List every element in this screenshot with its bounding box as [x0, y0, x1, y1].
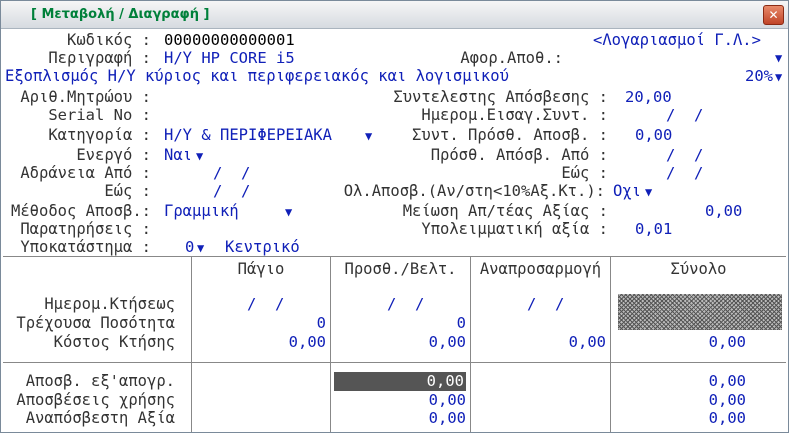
row-label-dep-year: Αποσβέσεις χρήσης [16, 391, 175, 409]
import-date-label: Ημερομ.Εισαγ.Συντ. : [421, 106, 608, 124]
cost-additions[interactable]: 0,00 [331, 333, 466, 351]
category-description: Εξοπλισμός Η/Υ κύριος και περιφερειακός … [5, 67, 509, 85]
acq-date-pagio[interactable]: / / [247, 295, 284, 313]
triangle-down-icon[interactable]: ▼ [197, 239, 204, 257]
qty-pagio[interactable]: 0 [192, 314, 326, 332]
row-label-undepreciated: Αναπόσβεστη Αξία [25, 409, 175, 427]
inactive-to-label: Εώς : [104, 182, 151, 200]
undepreciated-additions: 0,00 [428, 409, 466, 427]
full-dep-label: Ολ.Αποσβ.(Αν/στη<10%Αξ.Κτ.): [343, 182, 605, 200]
col-header-pagio: Πάγιο [237, 260, 285, 278]
triangle-down-icon[interactable]: ▼ [645, 183, 652, 201]
dep-rate-field[interactable]: 20,00 [625, 88, 672, 106]
add-to-label: Εώς : [561, 164, 608, 182]
row-label-cost: Κόστος Κτήσης [53, 333, 175, 351]
add-rate-label: Συντ. Πρόσθ. Αποσβ. : [412, 126, 608, 144]
category-label: Κατηγορία : [48, 126, 151, 144]
triangle-down-icon[interactable]: ▼ [285, 203, 292, 221]
dep-inventory-total: 0,00 [708, 372, 746, 390]
registry-label: Αριθ.Μητρώου : [20, 88, 151, 106]
triangle-down-icon[interactable]: ▼ [775, 49, 782, 67]
triangle-down-icon[interactable]: ▼ [365, 127, 372, 145]
add-rate-field[interactable]: 0,00 [635, 126, 672, 144]
inactive-from-field[interactable]: / / [213, 164, 250, 182]
disabled-cell [618, 294, 782, 330]
active-select[interactable]: Ναι [164, 146, 192, 164]
serial-label: Serial No : [48, 106, 151, 124]
inactive-from-label: Αδράνεια Από : [20, 164, 151, 182]
afor-label: Αφορ.Αποθ.: [460, 49, 563, 67]
inactive-to-field[interactable]: / / [213, 182, 250, 200]
acq-date-revaluation[interactable]: / / [527, 295, 564, 313]
window-title: [ Μεταβολή / Διαγραφή ] [31, 7, 210, 22]
add-from-label: Πρόσθ. Απόσβ. Από : [430, 146, 608, 164]
import-date-field[interactable]: / / [666, 106, 703, 124]
cost-total: 0,00 [708, 333, 746, 351]
row-label-dep-inventory: Αποσβ. εξ'απογρ. [25, 372, 175, 390]
branch-label: Υποκατάστημα : [20, 238, 151, 256]
description-field[interactable]: Η/Υ HP CORE i5 [164, 49, 295, 67]
residual-label: Υπολειμματική αξία : [421, 220, 608, 238]
method-label: Μέθοδος Αποσβ.: [11, 202, 151, 220]
description-label: Περιγραφή : [48, 49, 151, 67]
col-header-additions: Προσθ./Βελτ. [344, 260, 457, 278]
reduce-label: Μείωση Απ/τέας Αξίας : [402, 202, 608, 220]
acq-date-additions[interactable]: / / [387, 295, 424, 313]
undepreciated-total: 0,00 [708, 409, 746, 427]
cost-revaluation[interactable]: 0,00 [471, 333, 606, 351]
dep-year-additions[interactable]: 0,00 [331, 391, 466, 409]
close-button[interactable]: ✕ [763, 5, 784, 25]
branch-name: Κεντρικό [225, 238, 300, 256]
category-select[interactable]: Η/Υ & ΠΕΡΙΦΕΡΕΙΑΚΑ [164, 126, 332, 144]
add-from-field[interactable]: / / [666, 146, 703, 164]
close-icon: ✕ [768, 8, 779, 22]
code-field[interactable]: 00000000000001 [164, 31, 295, 49]
cost-pagio[interactable]: 0,00 [192, 333, 326, 351]
add-to-field[interactable]: / / [666, 164, 703, 182]
dep-rate-label: Συντελεστης Απόσβεσης : [393, 88, 608, 106]
code-label: Κωδικός : [67, 31, 151, 49]
accounts-link[interactable]: <Λογαριασμοί Γ.Λ.> [593, 31, 761, 49]
grid-top-line [3, 256, 786, 257]
method-select[interactable]: Γραμμική [164, 202, 239, 220]
grid-mid-line [3, 362, 786, 363]
title-bar: [ Μεταβολή / Διαγραφή ] ✕ [1, 1, 788, 29]
residual-field[interactable]: 0,01 [635, 220, 672, 238]
branch-code-select[interactable]: 0 [185, 238, 194, 256]
rate-select[interactable]: 20% [745, 67, 773, 85]
col-header-total: Σύνολο [670, 260, 727, 278]
col-header-revaluation: Αναπροσαρμογή [479, 260, 602, 278]
notes-label: Παρατηρήσεις : [20, 220, 151, 238]
row-label-qty: Τρέχουσα Ποσότητα [16, 314, 175, 332]
qty-additions[interactable]: 0 [331, 314, 466, 332]
row-label-acq-date: Ημερομ.Κτήσεως [44, 295, 175, 313]
full-dep-select[interactable]: Οχι [613, 182, 641, 200]
asset-edit-window: [ Μεταβολή / Διαγραφή ] ✕ Κωδικός : 0000… [0, 0, 789, 433]
triangle-down-icon[interactable]: ▼ [775, 68, 782, 86]
reduce-field[interactable]: 0,00 [705, 202, 742, 220]
triangle-down-icon[interactable]: ▼ [196, 147, 203, 165]
dep-inventory-additions-selected[interactable]: 0,00 [334, 372, 466, 391]
active-label: Ενεργό : [76, 146, 151, 164]
dep-year-total: 0,00 [708, 391, 746, 409]
dep-inventory-additions-value: 0,00 [426, 372, 464, 390]
